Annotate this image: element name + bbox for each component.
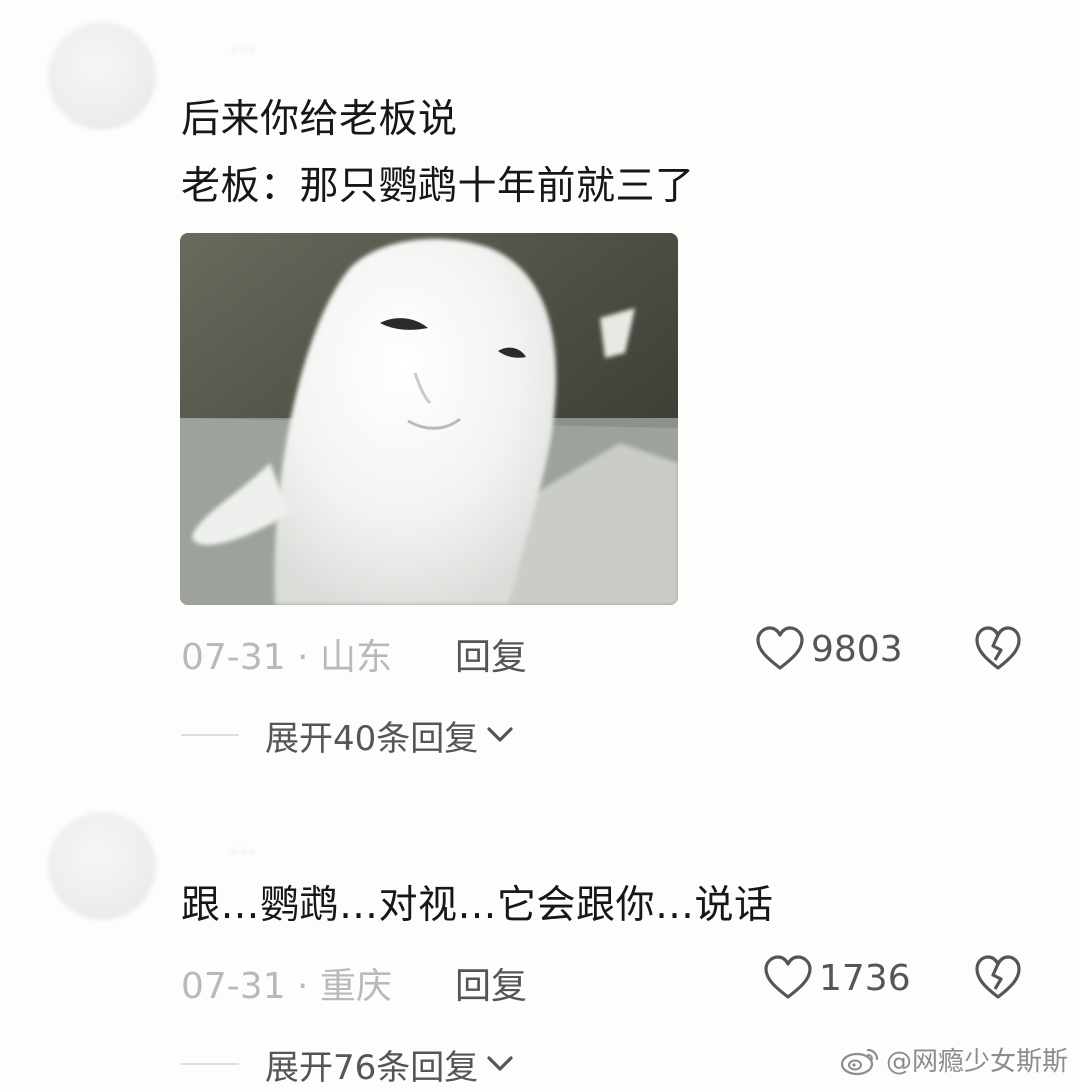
- reply-button[interactable]: 回复: [455, 628, 527, 680]
- expand-replies-button[interactable]: 展开40条回复: [181, 713, 514, 759]
- comment-text-line: 后来你给老板说: [181, 97, 458, 142]
- chevron-down-icon: [487, 727, 513, 742]
- date-location: 07-31 · 重庆: [181, 966, 392, 1007]
- avatar[interactable]: [48, 812, 156, 920]
- like-count: 9803: [811, 628, 903, 670]
- comment-text-line: 跟…鹦鹉…对视…它会跟你…说话: [181, 883, 774, 928]
- like-button[interactable]: 9803: [755, 624, 903, 674]
- comment-meta: 07-31 · 山东 回复 9803: [181, 624, 1041, 678]
- avatar[interactable]: [48, 22, 156, 130]
- comment-item: … 后来你给老板说 老板：那只鹦鹉十年前就三了 07-31 · 山东 回复 98…: [0, 0, 1080, 760]
- date-location: 07-31 · 山东: [181, 637, 392, 678]
- expand-replies-button[interactable]: 展开76条回复: [181, 1042, 514, 1088]
- reply-button[interactable]: 回复: [455, 957, 527, 1009]
- divider: [181, 1063, 239, 1065]
- dislike-button[interactable]: [974, 955, 1022, 1010]
- comment-meta: 07-31 · 重庆 回复 1736: [181, 953, 1041, 1007]
- username[interactable]: …: [230, 830, 256, 860]
- broken-heart-icon: [975, 955, 1021, 999]
- heart-outline-icon: [764, 955, 812, 999]
- white-creature-meme-image: [180, 233, 678, 605]
- heart-outline-icon: [756, 626, 804, 670]
- watermark: @网瘾少女斯斯: [840, 1041, 1068, 1078]
- username[interactable]: …: [230, 28, 256, 58]
- like-count: 1736: [819, 957, 911, 999]
- chevron-down-icon: [487, 1056, 513, 1071]
- weibo-logo-icon: [840, 1048, 879, 1075]
- comment-text-line: 老板：那只鹦鹉十年前就三了: [181, 164, 695, 209]
- like-button[interactable]: 1736: [763, 953, 911, 1003]
- divider: [181, 734, 239, 736]
- broken-heart-icon: [975, 626, 1021, 670]
- watermark-text: @网瘾少女斯斯: [885, 1047, 1068, 1077]
- comment-image[interactable]: [180, 233, 678, 605]
- dislike-button[interactable]: [974, 626, 1022, 681]
- expand-replies-label: 展开76条回复: [265, 1047, 479, 1088]
- expand-replies-label: 展开40条回复: [265, 718, 479, 759]
